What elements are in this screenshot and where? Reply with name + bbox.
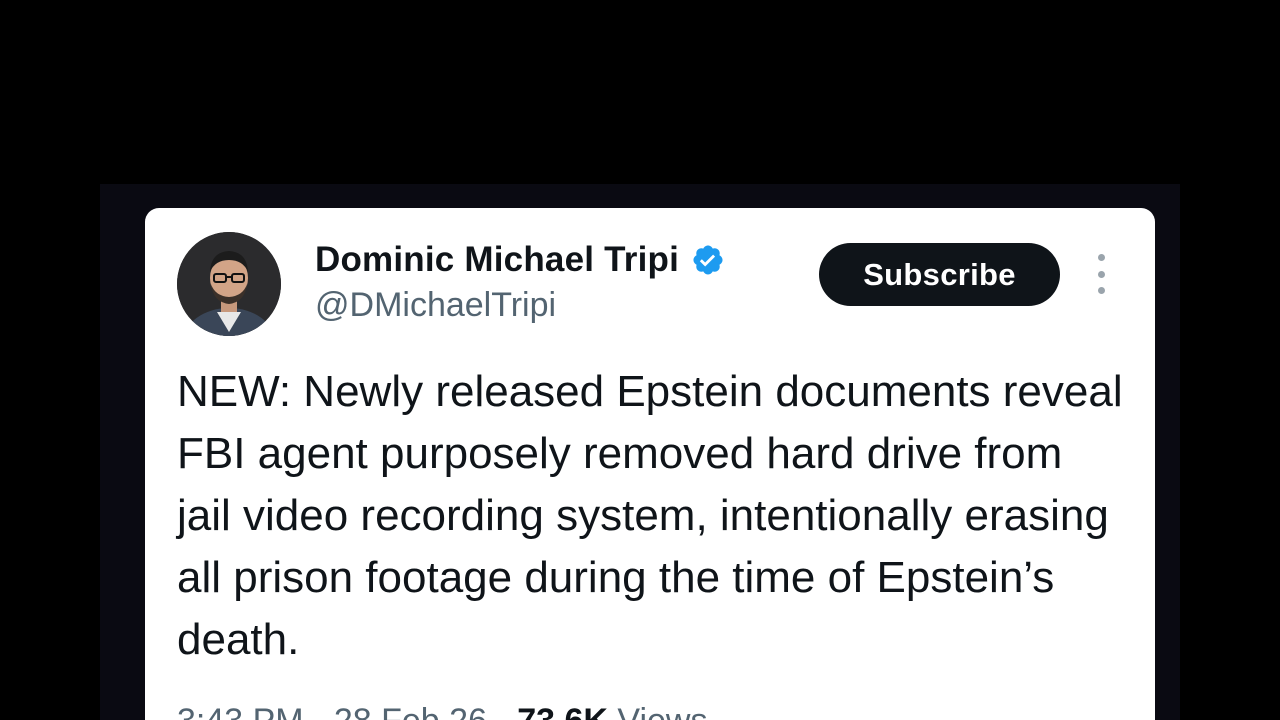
verified-badge-icon xyxy=(691,243,725,277)
views-label: Views xyxy=(617,702,707,720)
tweet-text: NEW: Newly released Epstein documents re… xyxy=(177,367,1123,664)
avatar[interactable] xyxy=(177,232,281,336)
views-count: 73.6K xyxy=(517,702,608,720)
more-icon-dot xyxy=(1097,254,1105,261)
author-handle[interactable]: @DMichaelTripi xyxy=(315,286,556,325)
tweet-time[interactable]: 3:43 PM xyxy=(177,702,304,720)
screen: Dominic Michael Tripi @DMichaelTripi Sub… xyxy=(0,0,1280,720)
tweet-card[interactable]: Dominic Michael Tripi @DMichaelTripi Sub… xyxy=(145,208,1155,720)
author-name-row: Dominic Michael Tripi xyxy=(315,238,725,282)
more-icon-dot xyxy=(1097,270,1105,278)
author-display-name[interactable]: Dominic Michael Tripi xyxy=(315,240,679,280)
more-icon-dot xyxy=(1097,287,1105,294)
subscribe-button[interactable]: Subscribe xyxy=(819,243,1060,306)
meta-separator: · xyxy=(313,702,324,720)
avatar-image xyxy=(177,232,281,336)
meta-separator: · xyxy=(496,702,507,720)
tweet-meta: 3:43 PM · 28 Feb 26 · 73.6K Views xyxy=(177,702,708,720)
tweet-date[interactable]: 28 Feb 26 xyxy=(334,702,487,720)
more-vertical-icon[interactable] xyxy=(1089,254,1113,294)
